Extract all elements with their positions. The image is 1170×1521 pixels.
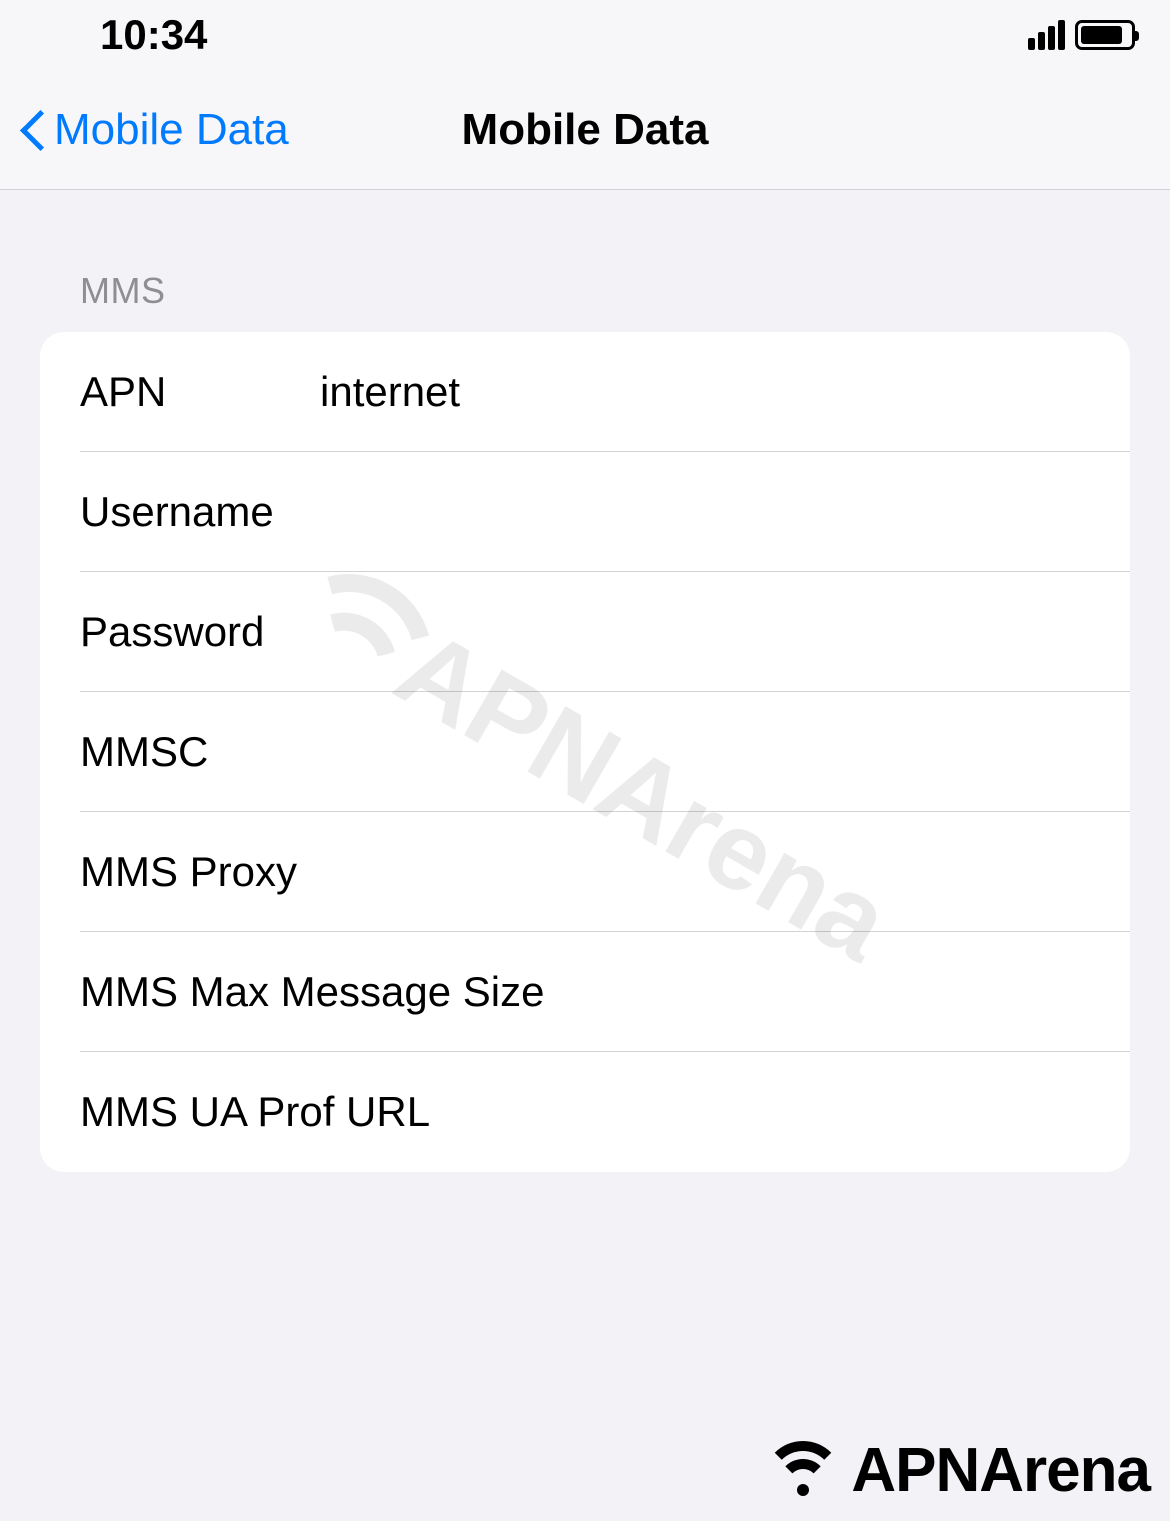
label-password: Password bbox=[80, 608, 320, 656]
row-mms-ua-prof[interactable]: MMS UA Prof URL bbox=[40, 1052, 1130, 1172]
settings-group-mms: APN Username Password MMSC MMS Proxy MMS… bbox=[40, 332, 1130, 1172]
input-mms-proxy[interactable] bbox=[320, 848, 1090, 896]
row-mmsc[interactable]: MMSC bbox=[40, 692, 1130, 812]
label-mms-proxy: MMS Proxy bbox=[80, 848, 320, 896]
input-mmsc[interactable] bbox=[320, 728, 1090, 776]
input-mms-max-size[interactable] bbox=[549, 968, 1090, 1016]
navigation-bar: Mobile Data Mobile Data bbox=[0, 70, 1170, 190]
row-apn[interactable]: APN bbox=[40, 332, 1130, 452]
section-header-mms: MMS bbox=[40, 270, 1130, 332]
cellular-signal-icon bbox=[1028, 20, 1065, 50]
footer-logo-text: APNArena bbox=[851, 1435, 1150, 1506]
row-password[interactable]: Password bbox=[40, 572, 1130, 692]
label-mms-ua-prof: MMS UA Prof URL bbox=[80, 1088, 549, 1136]
wifi-icon bbox=[763, 1441, 843, 1501]
content-area: MMS APN Username Password MMSC MMS Proxy… bbox=[0, 190, 1170, 1172]
input-password[interactable] bbox=[320, 608, 1090, 656]
label-username: Username bbox=[80, 488, 320, 536]
label-apn: APN bbox=[80, 368, 320, 416]
page-title: Mobile Data bbox=[462, 105, 709, 155]
row-mms-max-size[interactable]: MMS Max Message Size bbox=[40, 932, 1130, 1052]
status-bar: 10:34 bbox=[0, 0, 1170, 70]
input-apn[interactable] bbox=[320, 368, 1090, 416]
label-mms-max-size: MMS Max Message Size bbox=[80, 968, 549, 1016]
chevron-left-icon bbox=[20, 110, 44, 150]
status-indicators bbox=[1028, 20, 1135, 50]
input-username[interactable] bbox=[320, 488, 1090, 536]
status-time: 10:34 bbox=[100, 11, 207, 59]
row-username[interactable]: Username bbox=[40, 452, 1130, 572]
row-mms-proxy[interactable]: MMS Proxy bbox=[40, 812, 1130, 932]
back-button-label: Mobile Data bbox=[54, 105, 289, 155]
input-mms-ua-prof[interactable] bbox=[549, 1088, 1090, 1136]
back-button[interactable]: Mobile Data bbox=[0, 105, 289, 155]
footer-logo: APNArena bbox=[763, 1435, 1150, 1506]
battery-icon bbox=[1075, 20, 1135, 50]
label-mmsc: MMSC bbox=[80, 728, 320, 776]
